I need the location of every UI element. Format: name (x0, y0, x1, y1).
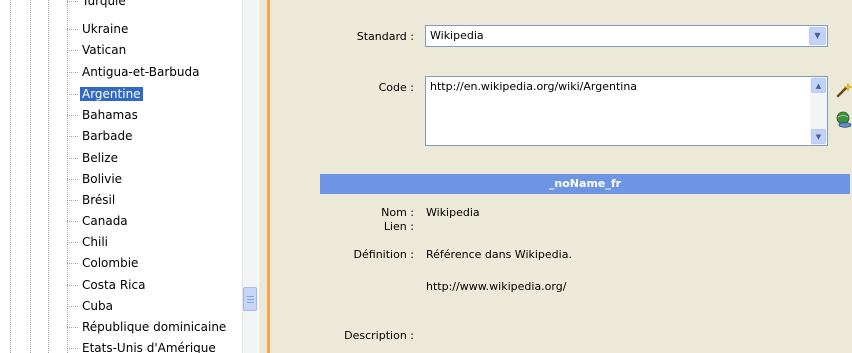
nom-value: Wikipedia (426, 206, 480, 219)
tree-item-label: Bolivie (82, 172, 123, 186)
tree-item[interactable]: Bahamas (67, 105, 140, 125)
tree-item[interactable]: Brésil (67, 190, 117, 210)
web-link-icon[interactable] (835, 111, 852, 129)
tree-item-label: Antigua-et-Barbuda (82, 65, 200, 79)
chevron-down-icon[interactable]: ▼ (809, 27, 826, 45)
tree-item-label: Cuba (82, 299, 113, 313)
scroll-up-icon[interactable]: ▲ (811, 78, 826, 93)
nom-label: Nom : (381, 206, 414, 219)
tree-item-selected[interactable]: Argentine (67, 84, 144, 104)
scrollbar-thumb[interactable] (243, 287, 257, 311)
tree-item[interactable]: Cuba (67, 296, 115, 316)
tree-item[interactable]: Etats-Unis d'Amérique (67, 338, 218, 353)
tree-item-label: Brésil (82, 193, 116, 207)
tree-item-label: Chili (82, 235, 108, 249)
tree-item[interactable]: Ukraine (67, 19, 130, 39)
standard-select[interactable]: Wikipedia ▼ (425, 25, 828, 47)
scroll-down-icon[interactable]: ▼ (811, 129, 826, 144)
magic-wand-icon[interactable] (835, 81, 852, 99)
tree-item-label: République dominicaine (82, 320, 227, 334)
pane-splitter[interactable] (258, 0, 273, 353)
tree-item-label: Vatican (82, 43, 127, 57)
definition-value: Référence dans Wikipedia. (426, 248, 572, 261)
country-tree: Turquie Ukraine Vatican Antigua-et-Barbu… (0, 0, 242, 353)
code-textarea[interactable]: http://en.wikipedia.org/wiki/Argentina ▲… (425, 76, 828, 146)
tree-item-label: Ukraine (82, 22, 129, 36)
tree-item[interactable]: Chili (67, 232, 110, 252)
tree-item[interactable]: Belize (67, 148, 120, 168)
tree-item[interactable]: Turquie (67, 0, 128, 11)
tree-item-label: Costa Rica (82, 278, 146, 292)
tree-item[interactable]: Antigua-et-Barbuda (67, 62, 201, 82)
tree-item-label: Belize (82, 151, 118, 165)
standard-label: Standard : (356, 30, 414, 43)
tree-guide-line (30, 0, 31, 353)
tree-guide-line (10, 0, 11, 353)
tree-item-label: Argentine (79, 86, 144, 102)
tree-item[interactable]: République dominicaine (67, 317, 228, 337)
tree-item[interactable]: Vatican (67, 40, 128, 60)
tree-item-label: Colombie (82, 256, 139, 270)
tree-item-label: Barbade (82, 129, 133, 143)
tree-item[interactable]: Bolivie (67, 169, 124, 189)
tree-guide-line (48, 0, 49, 353)
standard-select-value: Wikipedia (430, 29, 484, 42)
detail-panel: Standard : Wikipedia ▼ Code : http://en.… (272, 0, 852, 353)
splitter-accent (267, 0, 270, 353)
code-label: Code : (378, 81, 414, 94)
tree-item-label: Bahamas (82, 108, 138, 122)
tree-item[interactable]: Costa Rica (67, 275, 147, 295)
tree-item[interactable]: Canada (67, 211, 130, 231)
code-value: http://en.wikipedia.org/wiki/Argentina (430, 80, 638, 93)
tree-item[interactable]: Colombie (67, 253, 140, 273)
description-label: Description : (344, 329, 414, 342)
tree-item-label: Etats-Unis d'Amérique (82, 341, 216, 353)
section-header: _noName_fr (320, 174, 850, 194)
tree-item[interactable]: Barbade (67, 126, 135, 146)
tree-guide-line (67, 0, 68, 353)
code-scrollbar[interactable]: ▲ ▼ (810, 77, 827, 145)
tree-item-label: Turquie (82, 0, 126, 8)
definition-label: Définition : (353, 248, 414, 261)
lien-label: Lien : (383, 220, 414, 233)
tree-item-label: Canada (82, 214, 128, 228)
definition-url: http://www.wikipedia.org/ (426, 280, 567, 293)
